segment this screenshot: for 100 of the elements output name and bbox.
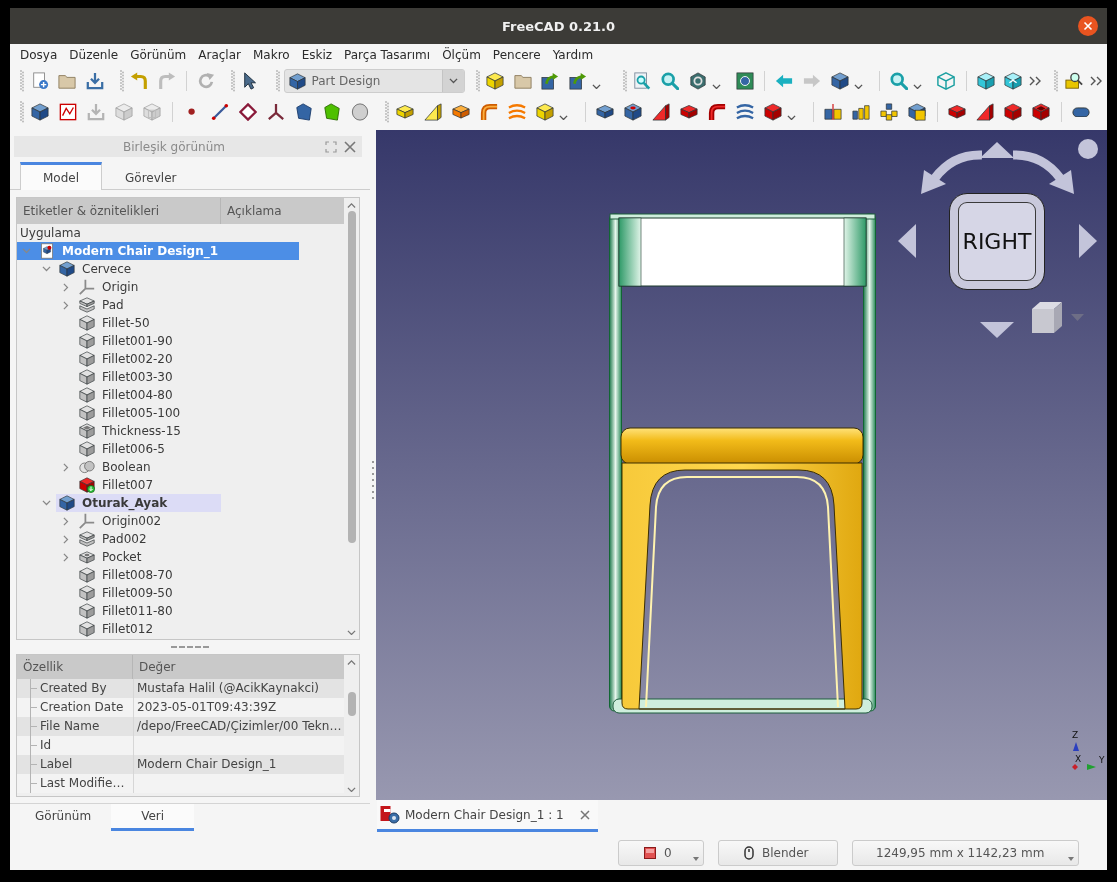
blocks-row-icon[interactable] (852, 103, 870, 121)
cube-icon[interactable] (486, 72, 505, 90)
tree-item[interactable]: Fillet003-30 (17, 368, 299, 386)
tree-item[interactable]: Fillet002-20 (17, 350, 299, 368)
folder-icon[interactable] (513, 72, 532, 90)
menu-item[interactable]: Dosya (14, 45, 64, 65)
menu-item[interactable]: Düzenle (63, 45, 125, 65)
capsule-icon[interactable] (1072, 106, 1090, 118)
ruler-magnifier-icon[interactable] (1064, 72, 1083, 90)
cube-icon[interactable] (1004, 103, 1022, 121)
scroll-up-icon[interactable] (347, 203, 356, 209)
property-row[interactable]: File Name /depo/FreeCAD/Çizimler/00 Tekn… (17, 717, 344, 736)
double-chevron-icon[interactable] (1089, 76, 1102, 86)
toolbar-grip-icon[interactable] (385, 101, 389, 123)
tree-item[interactable]: Origin (17, 278, 299, 296)
caret-down-icon[interactable] (693, 857, 699, 861)
document-tab[interactable]: Modern Chair Design_1 : 1 (377, 800, 598, 832)
tree-item[interactable]: Fillet-50 (17, 314, 299, 332)
tree-item[interactable]: Fillet008-70 (17, 566, 299, 584)
toolbar-grip-icon[interactable] (475, 70, 480, 92)
tree-item[interactable]: Fillet007 (17, 476, 299, 494)
chevron-right-icon[interactable] (63, 534, 69, 544)
chevron-right-icon[interactable] (63, 552, 69, 562)
cube-icon[interactable] (288, 72, 306, 90)
scrollbar-thumb[interactable] (347, 211, 356, 544)
chevron-down-icon[interactable] (41, 266, 51, 272)
hexagon-icon[interactable] (688, 72, 707, 90)
close-icon[interactable] (1078, 16, 1098, 36)
menu-item[interactable]: Eskiz (295, 45, 339, 65)
tree-item[interactable]: Pad002 (17, 530, 299, 548)
column-header[interactable]: Özellik (17, 655, 133, 679)
magnifier-icon[interactable] (890, 72, 908, 90)
toolbar-grip-icon[interactable] (20, 101, 24, 123)
view-cube-face[interactable]: RIGHT (949, 193, 1045, 290)
navigation-style-button[interactable]: Blender (718, 840, 838, 866)
blob-icon[interactable] (351, 103, 369, 121)
spiral-icon[interactable] (508, 103, 526, 121)
toolbar-grip-icon[interactable] (622, 70, 627, 92)
menu-item[interactable]: Yardım (546, 45, 600, 65)
tree-item[interactable]: Cervece (17, 260, 299, 278)
property-row[interactable]: Creation Date 2023-05-01T09:43:39Z (17, 698, 344, 717)
new-document-icon[interactable] (30, 72, 49, 90)
circle-icon[interactable] (1078, 139, 1098, 159)
column-header[interactable]: Açıklama (221, 198, 344, 224)
cube-icon[interactable] (976, 72, 995, 90)
menu-item[interactable]: Ölçüm (436, 45, 487, 65)
panel-tab[interactable]: Görevler (102, 162, 200, 190)
tree-item[interactable]: Fillet001-90 (17, 332, 299, 350)
chevron-right-icon[interactable] (63, 300, 69, 310)
caret-down-icon[interactable] (711, 83, 721, 89)
panel-tab[interactable]: Veri (111, 804, 195, 831)
cube-icon[interactable] (764, 103, 782, 121)
tree-item[interactable]: Fillet006-5 (17, 440, 299, 458)
slab-icon[interactable] (396, 105, 414, 119)
toolbar-grip-icon[interactable] (231, 70, 235, 92)
scroll-down-icon[interactable] (347, 629, 356, 635)
mouse-icon[interactable] (744, 846, 754, 860)
double-chevron-icon[interactable] (1029, 76, 1041, 86)
cube-icon[interactable] (1004, 72, 1023, 90)
dimension-button[interactable]: 1249,95 mm x 1142,23 mm (852, 840, 1079, 866)
blocks-ring-icon[interactable] (880, 103, 898, 121)
spiral-icon[interactable] (736, 103, 754, 121)
toolbar-grip-icon[interactable] (275, 70, 280, 92)
column-header[interactable]: Etiketler & öznitelikleri (17, 198, 221, 224)
folder-icon[interactable] (58, 72, 77, 90)
3d-viewport[interactable]: RIGHT Z X Y (376, 130, 1107, 800)
arrow-up-icon[interactable] (980, 142, 1014, 158)
column-header[interactable]: Değer (133, 655, 344, 679)
toolbar-grip-icon[interactable] (20, 70, 24, 92)
caret-down-icon[interactable] (1068, 857, 1074, 861)
chevron-down-icon[interactable] (41, 500, 51, 506)
tree-item[interactable]: Fillet005-100 (17, 404, 299, 422)
property-row[interactable]: Last Modifie… (17, 774, 344, 793)
box-arrow-icon[interactable] (541, 72, 560, 90)
dot-icon[interactable] (188, 108, 196, 116)
menu-item[interactable]: Makro (246, 45, 296, 65)
cubes-icon[interactable] (908, 103, 926, 121)
rotate-right-arrow-icon[interactable] (1013, 148, 1075, 194)
arrow-right-icon[interactable] (1079, 224, 1097, 258)
chevron-right-icon[interactable] (63, 282, 69, 292)
menu-item[interactable]: Araçlar (192, 45, 247, 65)
menu-item[interactable]: Pencere (486, 45, 547, 65)
square-ring-icon[interactable] (735, 72, 754, 90)
wedge-icon[interactable] (652, 103, 670, 121)
shape-icon[interactable] (295, 103, 313, 121)
arrow-left-icon[interactable] (898, 224, 916, 258)
scrollbar-thumb[interactable] (347, 692, 356, 717)
wireframe-cube-icon[interactable] (937, 72, 956, 90)
panel-tab[interactable]: Model (20, 162, 103, 190)
download-tray-icon[interactable] (85, 72, 104, 90)
tree-item[interactable]: Fillet009-50 (17, 584, 299, 602)
cube-icon[interactable] (31, 103, 49, 121)
box-arrow-icon[interactable] (569, 72, 587, 90)
caret-down-icon[interactable] (448, 78, 458, 84)
magnifier-icon[interactable] (660, 72, 679, 90)
scroll-down-icon[interactable] (347, 786, 356, 792)
slab-icon[interactable] (948, 105, 966, 119)
toolbar-grip-icon[interactable] (119, 70, 124, 92)
square-icon[interactable] (644, 847, 656, 859)
tree-item[interactable]: Pocket (17, 548, 299, 566)
